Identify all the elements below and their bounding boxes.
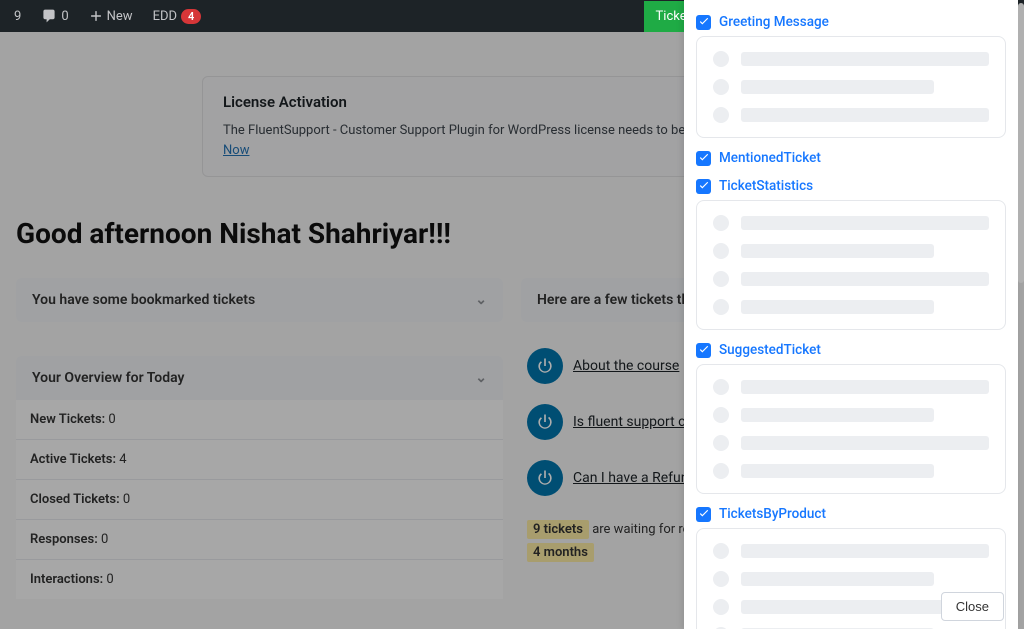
module-header[interactable]: SuggestedTicket [696, 342, 1006, 358]
edd-item[interactable]: EDD 4 [147, 9, 208, 24]
scrollbar[interactable] [1018, 3, 1024, 283]
skeleton-card [696, 36, 1006, 138]
skeleton-bar [741, 436, 989, 450]
skeleton-avatar [713, 215, 729, 231]
skeleton-bar [741, 272, 989, 286]
module-header[interactable]: Greeting Message [696, 14, 1006, 30]
skeleton-avatar [713, 51, 729, 67]
skeleton-row [713, 571, 989, 587]
skeleton-row [713, 299, 989, 315]
skeleton-bar [741, 108, 989, 122]
updates-count: 9 [14, 9, 21, 24]
comments-count: 0 [61, 9, 68, 24]
skeleton-row [713, 463, 989, 479]
skeleton-avatar [713, 379, 729, 395]
skeleton-bar [741, 80, 934, 94]
close-button[interactable]: Close [941, 592, 1004, 621]
skeleton-bar [741, 572, 934, 586]
checkbox-checked-icon[interactable] [696, 151, 711, 166]
summary-module: SuggestedTicket [696, 342, 1006, 494]
skeleton-avatar [713, 299, 729, 315]
module-title: SuggestedTicket [719, 342, 821, 358]
skeleton-avatar [713, 599, 729, 615]
skeleton-avatar [713, 407, 729, 423]
comments-item[interactable]: 0 [35, 8, 74, 24]
skeleton-bar [741, 244, 934, 258]
skeleton-row [713, 51, 989, 67]
new-item[interactable]: New [83, 9, 139, 24]
skeleton-avatar [713, 543, 729, 559]
edd-label: EDD [153, 9, 177, 24]
summary-module: TicketStatistics [696, 178, 1006, 330]
comment-icon [41, 8, 57, 24]
skeleton-bar [741, 464, 934, 478]
admin-bar-left: 9 0 New EDD 4 [8, 8, 207, 24]
skeleton-card [696, 364, 1006, 494]
module-title: Greeting Message [719, 14, 829, 30]
skeleton-row [713, 243, 989, 259]
summary-module: MentionedTicket [696, 150, 1006, 166]
summary-module: Greeting Message [696, 14, 1006, 138]
checkbox-checked-icon[interactable] [696, 15, 711, 30]
skeleton-bar [741, 300, 934, 314]
module-header[interactable]: MentionedTicket [696, 150, 1006, 166]
module-header[interactable]: TicketsByProduct [696, 506, 1006, 522]
skeleton-bar [741, 544, 989, 558]
module-title: TicketStatistics [719, 178, 813, 194]
module-header[interactable]: TicketStatistics [696, 178, 1006, 194]
skeleton-row [713, 271, 989, 287]
skeleton-avatar [713, 243, 729, 259]
skeleton-avatar [713, 463, 729, 479]
new-label: New [107, 9, 133, 24]
checkbox-checked-icon[interactable] [696, 179, 711, 194]
skeleton-row [713, 215, 989, 231]
checkbox-checked-icon[interactable] [696, 343, 711, 358]
skeleton-bar [741, 216, 989, 230]
checkbox-checked-icon[interactable] [696, 507, 711, 522]
edd-badge: 4 [181, 9, 201, 24]
skeleton-row [713, 407, 989, 423]
skeleton-avatar [713, 271, 729, 287]
skeleton-avatar [713, 79, 729, 95]
skeleton-bar [741, 380, 989, 394]
skeleton-row [713, 543, 989, 559]
skeleton-card [696, 200, 1006, 330]
summary-side-panel: Greeting Message MentionedTicket TicketSta… [684, 0, 1018, 629]
updates-item[interactable]: 9 [8, 9, 27, 24]
module-title: MentionedTicket [719, 150, 821, 166]
skeleton-bar [741, 408, 934, 422]
skeleton-avatar [713, 435, 729, 451]
skeleton-row [713, 79, 989, 95]
module-title: TicketsByProduct [719, 506, 826, 522]
skeleton-row [713, 379, 989, 395]
skeleton-row [713, 435, 989, 451]
skeleton-bar [741, 52, 989, 66]
skeleton-row [713, 107, 989, 123]
skeleton-avatar [713, 107, 729, 123]
plus-icon [89, 9, 103, 23]
skeleton-avatar [713, 571, 729, 587]
